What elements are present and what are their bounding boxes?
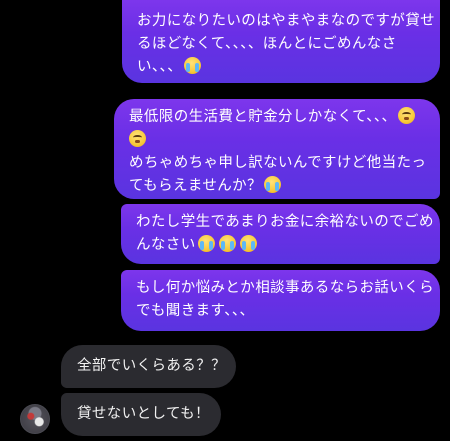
message-line: るほどなくて、、、、ほんとにごめんなさ xyxy=(137,36,397,52)
message-line: お力になりたいのはやまやまなのですが貸せ xyxy=(137,13,435,29)
message-line: わたし学生であまりお金に余裕ないのでごめ xyxy=(136,214,434,230)
sent-message-bubble[interactable]: もし何か悩みとか相談事あるならお話いくら でも聞きます、、、 xyxy=(121,270,440,331)
face-holding-back-tears-icon xyxy=(398,107,416,124)
message-line: い、、、 xyxy=(137,59,183,75)
message-line: でも聞きます、、、 xyxy=(136,303,255,319)
loudly-crying-face-icon xyxy=(239,235,257,252)
received-message-bubble[interactable]: 貸せないとしても！ xyxy=(61,393,221,436)
contact-avatar[interactable] xyxy=(20,404,50,434)
message-line: てもらえませんか？ xyxy=(129,178,262,194)
message-line: もし何か悩みとか相談事あるならお話いくら xyxy=(136,280,434,296)
message-thread: お力になりたいのはやまやまなのですが貸せ るほどなくて、、、、ほんとにごめんなさ… xyxy=(0,0,450,441)
message-line: 全部でいくらある？？ xyxy=(77,358,226,374)
message-line: んなさい xyxy=(136,237,196,253)
loudly-crying-face-icon xyxy=(197,235,215,252)
received-message-bubble[interactable]: 全部でいくらある？？ xyxy=(61,345,236,388)
message-line: 貸せないとしても！ xyxy=(77,406,210,422)
sent-message-bubble[interactable]: わたし学生であまりお金に余裕ないのでごめ んなさい xyxy=(121,204,440,264)
face-holding-back-tears-icon xyxy=(129,130,146,147)
sent-message-bubble[interactable]: 最低限の生活費と貯金分しかなくて、、、 めちゃめちゃ申し訳ないんですけど他当たっ… xyxy=(114,99,440,199)
loudly-crying-face-icon xyxy=(184,57,202,74)
loudly-crying-face-icon xyxy=(218,235,236,252)
loudly-crying-face-icon xyxy=(263,176,281,193)
sent-message-bubble[interactable]: お力になりたいのはやまやまなのですが貸せ るほどなくて、、、、ほんとにごめんなさ… xyxy=(122,0,440,83)
message-line: めちゃめちゃ申し訳ないんですけど他当たっ xyxy=(129,155,427,171)
message-line: 最低限の生活費と貯金分しかなくて、、、 xyxy=(129,109,397,125)
